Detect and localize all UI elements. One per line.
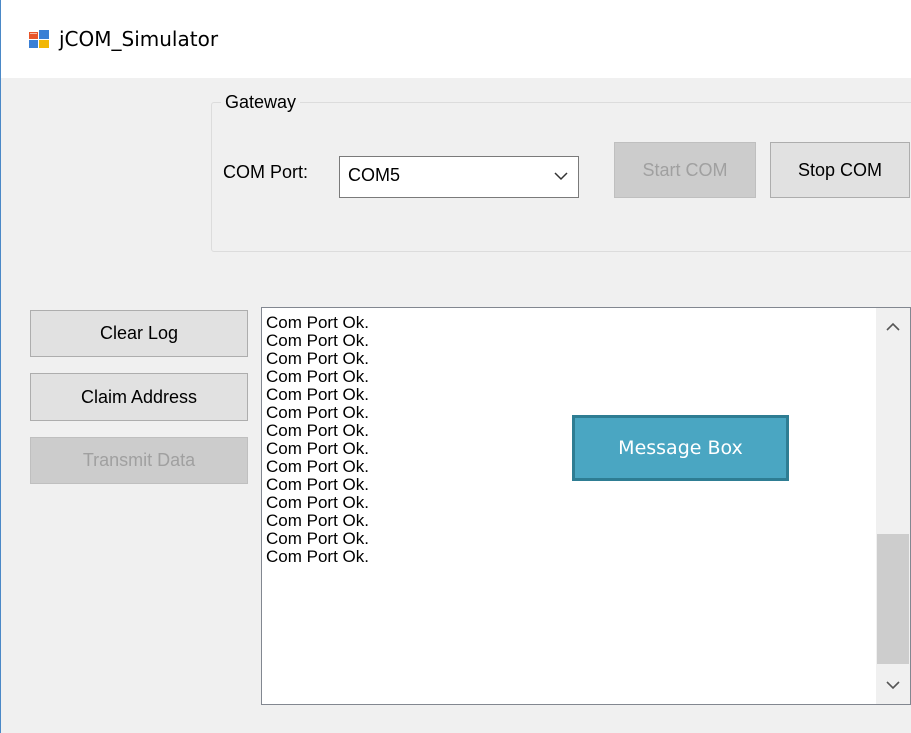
window-title: jCOM_Simulator bbox=[59, 27, 219, 51]
message-log-box[interactable]: Com Port Ok. Com Port Ok. Com Port Ok. C… bbox=[261, 307, 911, 705]
title-bar[interactable]: jCOM_Simulator bbox=[1, 0, 911, 78]
log-line: Com Port Ok. bbox=[266, 313, 369, 332]
log-line: Com Port Ok. bbox=[266, 349, 369, 368]
scrollbar-thumb[interactable] bbox=[877, 534, 909, 664]
chevron-down-icon[interactable] bbox=[554, 171, 568, 181]
log-line: Com Port Ok. bbox=[266, 547, 369, 566]
log-line: Com Port Ok. bbox=[266, 511, 369, 530]
windows-form-icon bbox=[29, 30, 49, 48]
log-lines: Com Port Ok. Com Port Ok. Com Port Ok. C… bbox=[266, 314, 369, 566]
app-window: jCOM_Simulator Gateway COM Port: COM5 St… bbox=[0, 0, 911, 733]
log-line: Com Port Ok. bbox=[266, 475, 369, 494]
log-line: Com Port Ok. bbox=[266, 529, 369, 548]
start-com-button[interactable]: Start COM bbox=[614, 142, 756, 198]
log-scrollbar[interactable] bbox=[876, 308, 910, 704]
log-line: Com Port Ok. bbox=[266, 457, 369, 476]
scroll-up-icon[interactable] bbox=[886, 322, 900, 332]
log-line: Com Port Ok. bbox=[266, 493, 369, 512]
com-port-label: COM Port: bbox=[223, 162, 309, 182]
scroll-down-icon[interactable] bbox=[886, 680, 900, 690]
log-line: Com Port Ok. bbox=[266, 385, 369, 404]
log-line: Com Port Ok. bbox=[266, 403, 369, 422]
log-line: Com Port Ok. bbox=[266, 331, 369, 350]
clear-log-button[interactable]: Clear Log bbox=[30, 310, 248, 357]
log-line: Com Port Ok. bbox=[266, 439, 369, 458]
com-port-dropdown[interactable]: COM5 bbox=[339, 156, 579, 198]
transmit-data-button[interactable]: Transmit Data bbox=[30, 437, 248, 484]
stop-com-button[interactable]: Stop COM bbox=[770, 142, 910, 198]
com-port-selected-value: COM5 bbox=[348, 165, 401, 185]
message-box-annotation: Message Box bbox=[572, 415, 789, 481]
gateway-group-label: Gateway bbox=[221, 92, 301, 113]
log-line: Com Port Ok. bbox=[266, 421, 369, 440]
log-line: Com Port Ok. bbox=[266, 367, 369, 386]
claim-address-button[interactable]: Claim Address bbox=[30, 373, 248, 421]
